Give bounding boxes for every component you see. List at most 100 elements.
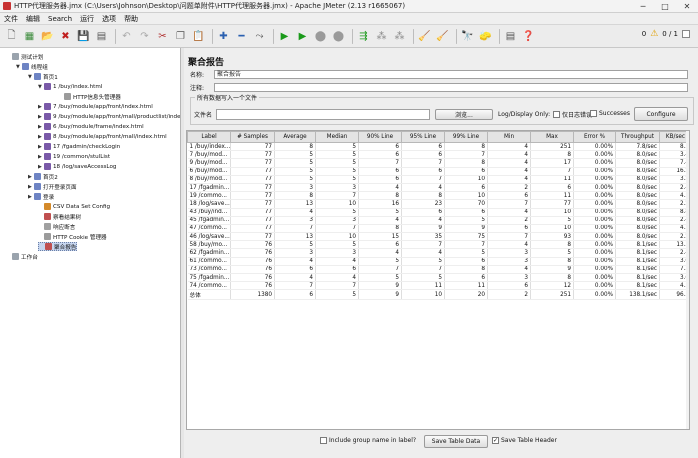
expanded-toggle-icon[interactable]: ▼ bbox=[28, 74, 33, 80]
shutdown-icon[interactable]: ⬤ bbox=[331, 29, 346, 44]
configure-button[interactable]: Configure bbox=[634, 107, 688, 121]
help-icon[interactable]: ❓ bbox=[521, 29, 536, 44]
column-header[interactable]: 90% Line bbox=[358, 131, 402, 143]
paste-icon[interactable]: 📋 bbox=[191, 29, 206, 44]
collapsed-toggle-icon[interactable]: ▶ bbox=[38, 114, 43, 120]
table-row[interactable]: 47 /commo... 77 7 7 8 9 9 6 10 0.00% 8.0/sec 4.5 bbox=[187, 224, 689, 234]
collapsed-toggle-icon[interactable]: ▶ bbox=[38, 144, 43, 150]
menu-file[interactable]: 文件 bbox=[0, 14, 22, 24]
maximize-button[interactable]: □ bbox=[654, 0, 676, 13]
undo-icon[interactable]: ↶ bbox=[119, 29, 134, 44]
tree-node[interactable]: ▶ 17 /fgadmin/checkLogin bbox=[38, 142, 120, 151]
tree-node[interactable]: ▶ 9 /buy/module/app/front/mall/productlis… bbox=[38, 112, 180, 121]
successes-checkbox[interactable]: Successes bbox=[590, 110, 630, 117]
new-icon[interactable]: 🗋 bbox=[4, 29, 19, 44]
toggle-icon[interactable]: ⤳ bbox=[252, 29, 267, 44]
table-row[interactable]: 19 /commo... 77 8 7 8 8 10 6 11 0.00% 8.0/sec 4.5 bbox=[187, 191, 689, 201]
comment-input[interactable] bbox=[214, 83, 688, 92]
tree-node[interactable]: ▶ 6 /buy/module/frame/index.html bbox=[38, 122, 144, 131]
templates-icon[interactable]: ▦ bbox=[22, 29, 37, 44]
collapsed-toggle-icon[interactable]: ▶ bbox=[38, 104, 43, 110]
column-header[interactable]: 95% Line bbox=[401, 131, 445, 143]
menu-search[interactable]: Search bbox=[44, 15, 76, 23]
clear-all-icon[interactable]: 🧹 bbox=[435, 29, 450, 44]
column-header[interactable]: Max bbox=[530, 131, 574, 143]
reset-search-icon[interactable]: 🧽 bbox=[478, 29, 493, 44]
column-header[interactable]: Median bbox=[315, 131, 359, 143]
remote-stop-icon[interactable]: ⁂ bbox=[374, 29, 389, 44]
cut-icon[interactable]: ✂ bbox=[155, 29, 170, 44]
redo-icon[interactable]: ↷ bbox=[137, 29, 152, 44]
menu-run[interactable]: 运行 bbox=[76, 14, 98, 24]
column-header[interactable]: Error % bbox=[573, 131, 616, 143]
save-icon[interactable]: 💾 bbox=[76, 29, 91, 44]
tree-node[interactable]: ▶ 打开登录页面 bbox=[28, 182, 77, 191]
tree-node[interactable]: ▶ 18 /log/saveAccessLog bbox=[38, 162, 116, 171]
open-icon[interactable]: 📂 bbox=[40, 29, 55, 44]
collapsed-toggle-icon[interactable]: ▶ bbox=[38, 124, 43, 130]
table-row[interactable]: 18 /log/save... 77 13 10 16 23 70 7 77 0.00% 8.0/s… bbox=[187, 199, 689, 209]
collapsed-toggle-icon[interactable]: ▶ bbox=[28, 194, 33, 200]
tree-node[interactable]: ▼ 线程组 bbox=[16, 62, 48, 71]
tree-node[interactable]: HTTP Cookie 管理器 bbox=[38, 232, 107, 241]
expanded-toggle-icon[interactable]: ▼ bbox=[38, 84, 43, 90]
table-row[interactable]: 62 /fgadmin... 76 3 3 4 4 5 3 5 0.00% 8.1/sec 2.4 bbox=[187, 248, 689, 258]
column-header[interactable]: Label bbox=[187, 131, 231, 143]
close-button[interactable]: ✕ bbox=[676, 0, 698, 13]
menu-edit[interactable]: 编辑 bbox=[22, 14, 44, 24]
browse-button[interactable]: 浏览... bbox=[435, 109, 493, 120]
table-row[interactable]: 43 /buy/ind... 77 4 5 5 6 6 4 10 0.00% 8.0/sec 8.8 bbox=[187, 208, 689, 217]
column-header[interactable]: Throughput bbox=[615, 131, 660, 143]
warning-icon[interactable]: ⚠ bbox=[650, 29, 658, 39]
tree-node[interactable]: 聚合报告 bbox=[38, 242, 78, 251]
tree-node[interactable]: ▶ 首页2 bbox=[28, 172, 58, 181]
table-row[interactable]: 8 /buy/mod... 77 5 5 6 7 10 4 11 0.00% 8.0/sec 3.2 bbox=[187, 175, 689, 184]
table-row[interactable]: 58 /buy/mo... 76 5 5 6 7 7 4 8 0.00% 8.1/sec 13.3 bbox=[187, 240, 689, 250]
table-row[interactable]: 6 /buy/mod... 77 5 5 6 6 6 4 7 0.00% 8.0/sec 16.2 bbox=[187, 167, 689, 176]
table-row[interactable]: 73 /commo... 76 6 6 7 7 8 4 9 0.00% 8.1/sec 7.3 bbox=[187, 265, 689, 275]
expanded-toggle-icon[interactable]: ▼ bbox=[16, 64, 21, 70]
column-header[interactable]: 99% Line bbox=[444, 131, 488, 143]
collapsed-toggle-icon[interactable]: ▶ bbox=[28, 184, 33, 190]
start-icon[interactable]: ▶ bbox=[277, 29, 292, 44]
table-row[interactable]: 46 /log/save... 77 13 10 15 35 75 7 93 0.00% 8.0/s… bbox=[187, 232, 689, 242]
tree-node[interactable]: ▶ 7 /buy/module/app/front/index.html bbox=[38, 102, 153, 111]
tree-node[interactable]: 工作台 bbox=[6, 252, 38, 261]
name-input[interactable]: 聚合报告 bbox=[214, 70, 688, 79]
tree-node[interactable]: ▶ 8 /buy/module/app/front/mall/index.html bbox=[38, 132, 167, 141]
search-icon[interactable]: 🔭 bbox=[460, 29, 475, 44]
table-row[interactable]: 1 /buy/index.... 77 8 5 6 6 8 4 251 0.00% 7.8/sec 8… bbox=[187, 142, 689, 152]
table-row[interactable]: 45 /fgadmin... 77 3 3 4 4 5 2 5 0.00% 8.0/sec 2.4 bbox=[187, 216, 689, 225]
tree-node[interactable]: HTTP信息头管理器 bbox=[58, 92, 121, 101]
start-no-pause-icon[interactable]: ▶ bbox=[295, 29, 310, 44]
copy-icon[interactable]: ❐ bbox=[173, 29, 188, 44]
expand-icon[interactable]: ✚ bbox=[216, 29, 231, 44]
clear-icon[interactable]: 🧹 bbox=[417, 29, 432, 44]
include-group-checkbox[interactable]: Include group name in label? bbox=[320, 437, 416, 444]
tree-node[interactable]: ▶ 登录 bbox=[28, 192, 54, 201]
table-scrollbar[interactable] bbox=[686, 131, 689, 429]
table-row[interactable]: 总体 1380 6 5 9 10 20 2 251 0.00% 138.1/sec 96.5 bbox=[187, 289, 689, 301]
collapsed-toggle-icon[interactable]: ▶ bbox=[28, 174, 33, 180]
table-row[interactable]: 75 /fgadmin... 76 4 4 5 5 6 3 8 0.00% 8.1/sec 3.6 bbox=[187, 273, 689, 283]
filename-input[interactable] bbox=[216, 109, 430, 120]
tree-node[interactable]: 响应断言 bbox=[38, 222, 75, 231]
column-header[interactable]: Min bbox=[487, 131, 531, 143]
close-file-icon[interactable]: ✖ bbox=[58, 29, 73, 44]
table-row[interactable]: 7 /buy/mod... 77 5 5 6 6 7 4 8 0.00% 8.0/sec 3.4 bbox=[187, 150, 689, 160]
tree-node[interactable]: 测试计划 bbox=[6, 52, 43, 61]
test-plan-tree[interactable]: 测试计划 ▼ 线程组 ▼ 首页1 ▼ 1 /buy/index.html HTTP信息头管理器… bbox=[0, 48, 181, 458]
tree-node[interactable]: CSV Data Set Config bbox=[38, 202, 110, 211]
table-row[interactable]: 74 /commo... 76 7 7 9 11 11 6 12 0.00% 8.1/sec 4.5 bbox=[187, 281, 689, 291]
collapse-icon[interactable]: ━ bbox=[234, 29, 249, 44]
collapsed-toggle-icon[interactable]: ▶ bbox=[38, 134, 43, 140]
minimize-button[interactable]: ─ bbox=[632, 0, 654, 13]
remote-shutdown-icon[interactable]: ⁂ bbox=[392, 29, 407, 44]
table-row[interactable]: 17 /fgadmin... 77 3 3 4 4 6 2 6 0.00% 8.0/sec 2.4 bbox=[187, 183, 689, 193]
tree-node[interactable]: ▶ 19 /common/stulList bbox=[38, 152, 110, 161]
save-as-icon[interactable]: ▤ bbox=[94, 29, 109, 44]
collapsed-toggle-icon[interactable]: ▶ bbox=[38, 154, 43, 160]
table-row[interactable]: 61 /commo... 76 4 4 5 5 6 3 8 0.00% 8.1/sec 3.6 bbox=[187, 257, 689, 266]
tree-node[interactable]: 察看结果树 bbox=[38, 212, 81, 221]
save-table-header-checkbox[interactable]: ✓ Save Table Header bbox=[492, 437, 557, 444]
